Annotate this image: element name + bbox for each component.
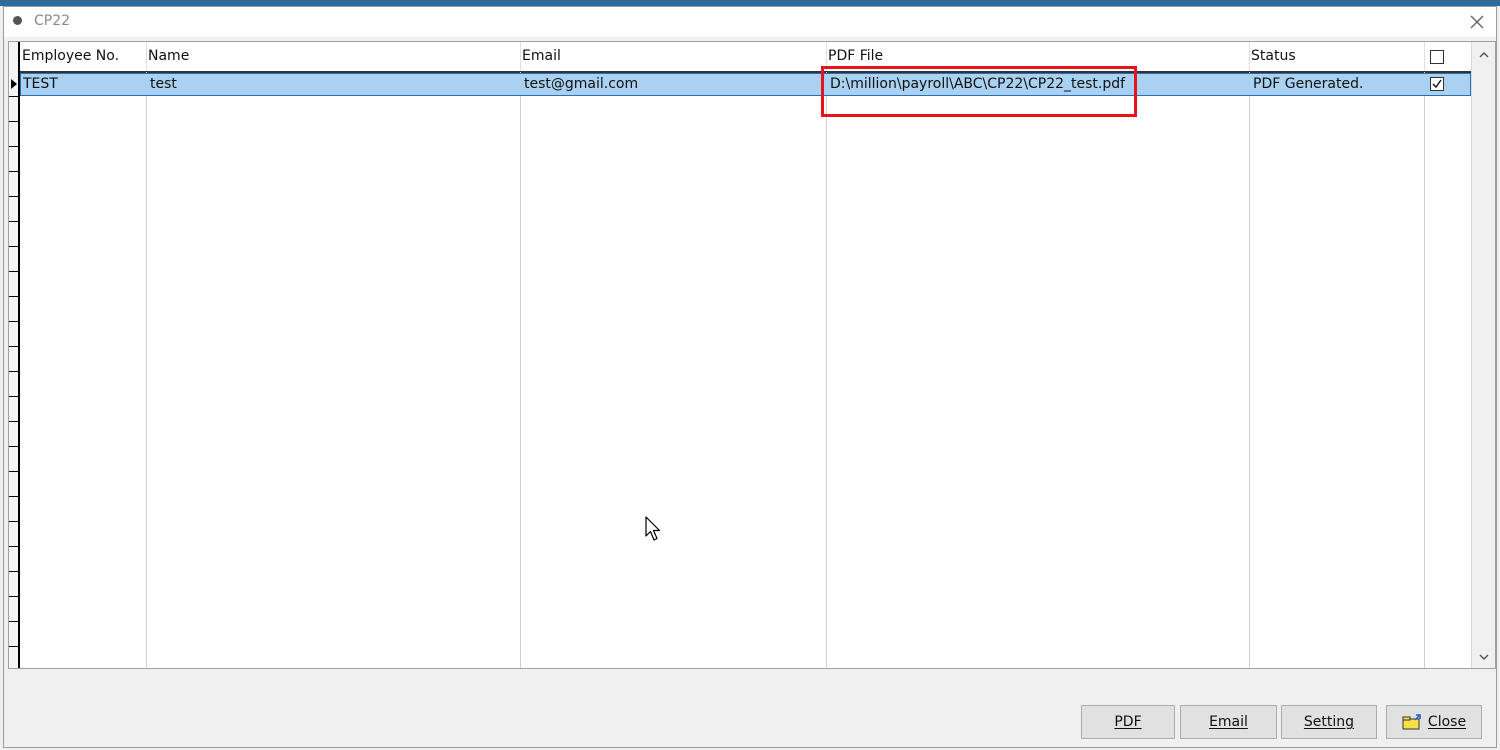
row-header-separator	[9, 571, 20, 572]
setting-button[interactable]: Setting	[1281, 705, 1377, 739]
row-header-separator	[9, 496, 20, 497]
scroll-down-button[interactable]	[1472, 646, 1495, 668]
column-header-employee-no[interactable]: Employee No.	[20, 42, 146, 71]
row-header-separator	[9, 471, 20, 472]
column-divider	[146, 72, 147, 668]
row-header-separator	[9, 596, 20, 597]
select-all-checkbox[interactable]	[1430, 50, 1444, 64]
folder-exit-icon	[1402, 714, 1421, 730]
row-header-separator	[9, 321, 20, 322]
email-button[interactable]: Email	[1180, 705, 1277, 739]
row-header-separator	[9, 396, 20, 397]
row-header-separator	[9, 96, 20, 97]
cell-name[interactable]: test	[147, 73, 520, 96]
row-header-separator	[9, 346, 20, 347]
row-header-separator	[9, 621, 20, 622]
setting-button-label: Setting	[1303, 714, 1355, 730]
close-button-label: Close	[1427, 714, 1467, 730]
column-header-pdf-file[interactable]: PDF File	[826, 42, 1249, 71]
row-header-separator	[9, 546, 20, 547]
chevron-down-icon	[1479, 654, 1488, 660]
header-separator	[520, 42, 521, 71]
header-separator	[1424, 42, 1425, 71]
row-header-column	[9, 42, 20, 668]
column-header-name[interactable]: Name	[146, 42, 520, 71]
pdf-button-label: PDF	[1114, 714, 1142, 730]
column-divider	[520, 72, 521, 668]
header-separator	[1249, 42, 1250, 71]
cell-employee-no[interactable]: TEST	[20, 73, 146, 96]
row-header-separator	[9, 646, 20, 647]
header-separator	[146, 42, 147, 71]
header-separator	[826, 42, 827, 71]
row-header-separator	[9, 296, 20, 297]
cp22-dialog: CP22 Employee No. Name Email PDF File St…	[3, 6, 1497, 748]
scroll-up-button[interactable]	[1472, 44, 1495, 66]
row-header-separator	[9, 246, 20, 247]
checkmark-icon	[1432, 79, 1442, 89]
title-bar: CP22	[4, 7, 1496, 37]
window-title: CP22	[34, 13, 71, 29]
column-divider	[826, 72, 827, 668]
row-header-separator	[9, 521, 20, 522]
column-divider	[1249, 72, 1250, 668]
column-divider	[1424, 72, 1425, 668]
row-header-separator	[9, 196, 20, 197]
pdf-button[interactable]: PDF	[1081, 705, 1175, 739]
cell-email[interactable]: test@gmail.com	[521, 73, 826, 96]
row-header-separator	[9, 371, 20, 372]
row-header-separator	[9, 171, 20, 172]
cell-status[interactable]: PDF Generated.	[1250, 73, 1424, 96]
cell-pdf-file[interactable]: D:\million\payroll\ABC\CP22\CP22_test.pd…	[827, 73, 1249, 96]
chevron-up-icon	[1479, 52, 1488, 58]
email-button-label: Email	[1209, 714, 1248, 730]
close-button[interactable]: Close	[1386, 705, 1482, 739]
column-header-email[interactable]: Email	[520, 42, 826, 71]
close-window-icon[interactable]	[1466, 11, 1488, 33]
current-row-indicator-icon	[11, 79, 17, 89]
row-header-separator	[9, 446, 20, 447]
row-header-separator	[9, 271, 20, 272]
row-header-separator	[9, 221, 20, 222]
row-header-separator	[9, 146, 20, 147]
vertical-scrollbar[interactable]	[1471, 42, 1495, 668]
column-header-status[interactable]: Status	[1249, 42, 1424, 71]
app-icon	[13, 16, 22, 25]
row-header-separator	[9, 121, 20, 122]
employee-grid[interactable]: Employee No. Name Email PDF File Status …	[8, 41, 1496, 669]
row-header-separator	[9, 421, 20, 422]
row-select-checkbox[interactable]	[1430, 77, 1444, 91]
